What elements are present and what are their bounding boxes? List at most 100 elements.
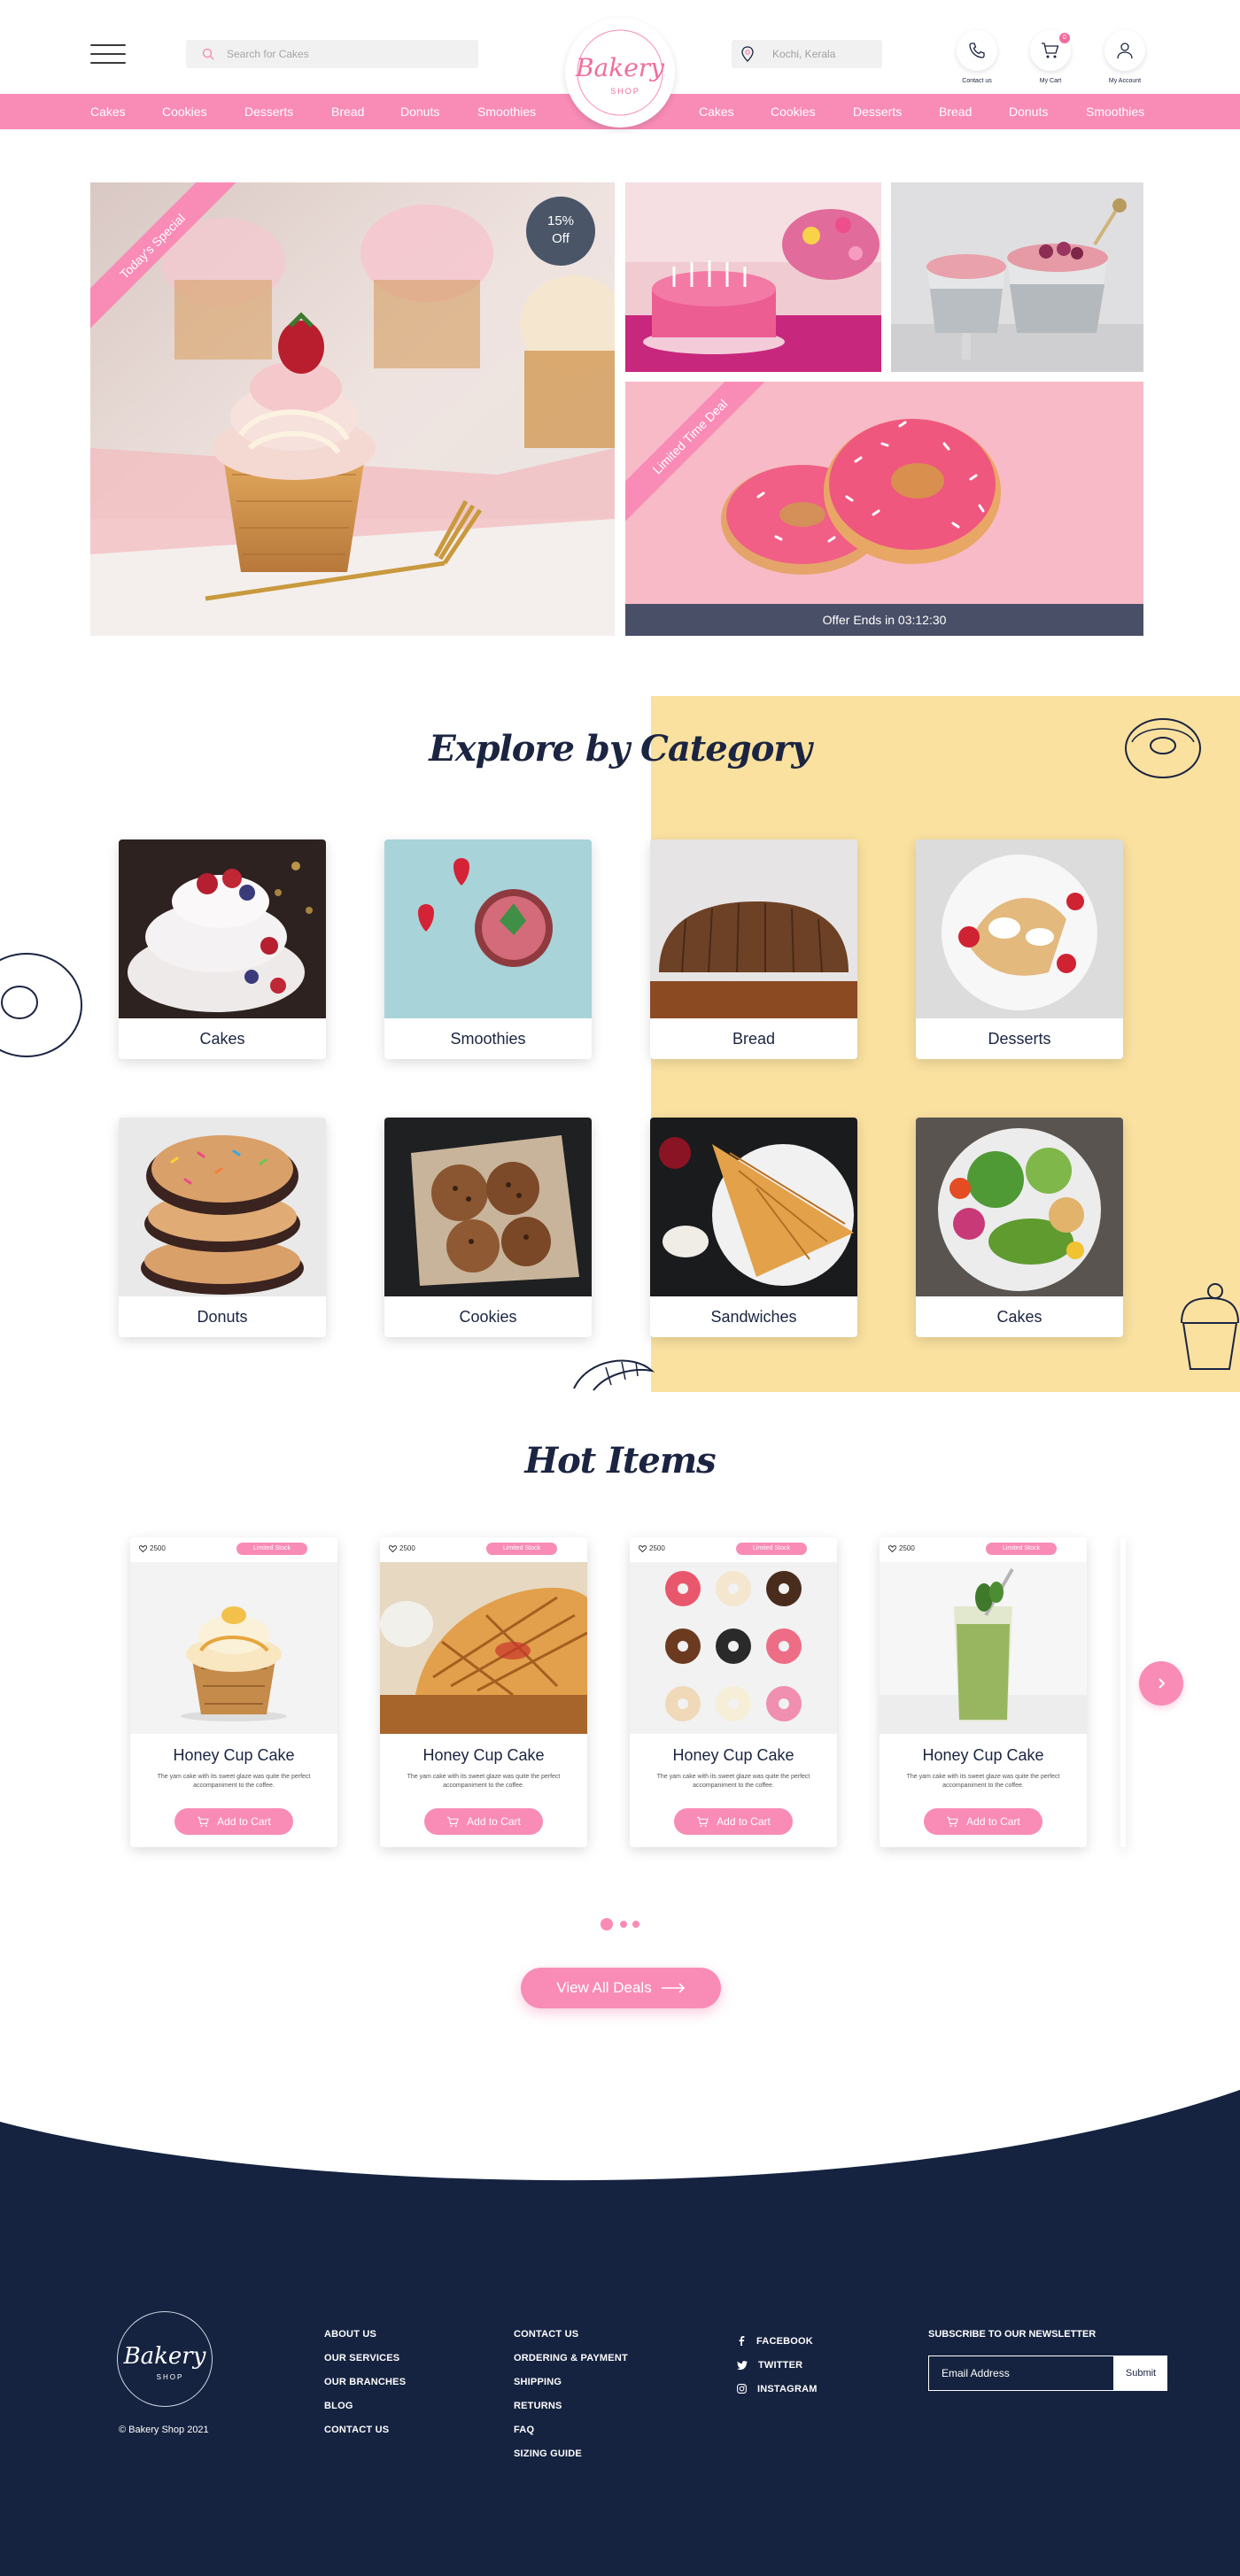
- footer-link-sizing-guide[interactable]: SIZING GUIDE: [514, 2448, 628, 2472]
- contact-label: Contact us: [962, 78, 992, 84]
- nav-desserts-right[interactable]: Desserts: [853, 104, 902, 119]
- cart-icon: [697, 1816, 709, 1827]
- carousel-dot-active[interactable]: [601, 1918, 613, 1930]
- footer-logo-title: Bakery: [123, 2343, 206, 2370]
- like-count[interactable]: 2500: [139, 1544, 166, 1552]
- product-description: The yam cake with its sweet glaze was qu…: [906, 1774, 1060, 1789]
- instagram-link[interactable]: INSTAGRAM: [737, 2377, 818, 2401]
- heart-icon: [389, 1544, 397, 1552]
- nav-cookies[interactable]: Cookies: [162, 104, 207, 119]
- hero-pudding-image[interactable]: [891, 182, 1143, 372]
- instagram-label: INSTAGRAM: [757, 2383, 818, 2394]
- nav-cakes-right[interactable]: Cakes: [699, 104, 734, 119]
- hero-cake-image[interactable]: [625, 182, 881, 372]
- footer-link-returns[interactable]: RETURNS: [514, 2401, 628, 2425]
- account-button[interactable]: [1104, 30, 1145, 71]
- nav-cakes[interactable]: Cakes: [90, 104, 126, 119]
- newsletter-submit-button[interactable]: Submit: [1114, 2356, 1167, 2391]
- nav-desserts[interactable]: Desserts: [244, 104, 293, 119]
- category-label: Smoothies: [450, 1030, 526, 1048]
- category-label: Desserts: [988, 1030, 1051, 1048]
- carousel-dot[interactable]: [620, 1921, 627, 1928]
- category-card-cookies[interactable]: Cookies: [384, 1118, 592, 1337]
- footer-links-column-1: ABOUT US OUR SERVICES OUR BRANCHES BLOG …: [324, 2329, 406, 2448]
- carousel-next-button[interactable]: [1139, 1661, 1183, 1706]
- location-pin-icon: [741, 46, 754, 62]
- footer-link-shipping[interactable]: SHIPPING: [514, 2377, 628, 2401]
- add-to-cart-label: Add to Cart: [217, 1815, 271, 1828]
- product-description: The yam cake with its sweet glaze was qu…: [157, 1774, 311, 1789]
- nav-smoothies[interactable]: Smoothies: [477, 104, 536, 119]
- add-to-cart-button[interactable]: Add to Cart: [424, 1808, 543, 1835]
- view-all-deals-button[interactable]: View All Deals: [521, 1968, 721, 2008]
- footer-link-about-us[interactable]: ABOUT US: [324, 2329, 406, 2353]
- add-to-cart-button[interactable]: Add to Cart: [674, 1808, 793, 1835]
- chevron-right-icon: [1159, 1678, 1166, 1689]
- cart-count-badge: 0: [1059, 33, 1070, 43]
- footer-link-our-branches[interactable]: OUR BRANCHES: [324, 2377, 406, 2401]
- footer-link-ordering-payment[interactable]: ORDERING & PAYMENT: [514, 2353, 628, 2377]
- footer-link-faq[interactable]: FAQ: [514, 2425, 628, 2448]
- category-card-cakes[interactable]: Cakes: [119, 839, 326, 1059]
- product-name: Honey Cup Cake: [922, 1746, 1044, 1764]
- location-text: Kochi, Kerala: [772, 48, 836, 60]
- location-selector[interactable]: Kochi, Kerala: [732, 40, 882, 68]
- cart-icon: [447, 1816, 459, 1827]
- category-card-smoothies[interactable]: Smoothies: [384, 839, 592, 1059]
- product-card[interactable]: 2500 Limited Stock Honey Cup Cake The ya…: [880, 1537, 1087, 1847]
- add-to-cart-button[interactable]: Add to Cart: [924, 1808, 1042, 1835]
- product-image: [630, 1562, 837, 1734]
- cupcake-doodle-icon: [1181, 1283, 1239, 1370]
- like-count[interactable]: 2500: [639, 1544, 665, 1552]
- product-card[interactable]: 2500 Limited Stock Honey Cup Cake The ya…: [380, 1537, 587, 1847]
- nav-smoothies-right[interactable]: Smoothies: [1086, 104, 1144, 119]
- product-description: The yam cake with its sweet glaze was qu…: [656, 1774, 810, 1789]
- nav-bread[interactable]: Bread: [331, 104, 364, 119]
- limited-stock-badge: Limited Stock: [486, 1543, 557, 1555]
- product-description: The yam cake with its sweet glaze was qu…: [407, 1774, 561, 1789]
- category-label: Cakes: [199, 1030, 245, 1048]
- category-card-sandwiches[interactable]: Sandwiches: [650, 1118, 857, 1337]
- user-icon: [1117, 43, 1133, 59]
- category-card-cakes-2[interactable]: Cakes: [916, 1118, 1123, 1337]
- heart-icon: [139, 1544, 147, 1552]
- product-card[interactable]: 2500 Limited Stock Honey Cup Cake The ya…: [130, 1537, 337, 1847]
- bread-image: [650, 839, 857, 1018]
- newsletter-title: SUBSCRIBE TO OUR NEWSLETTER: [928, 2329, 1097, 2340]
- footer-link-blog[interactable]: BLOG: [324, 2401, 406, 2425]
- bakery-logo[interactable]: Bakery SHOP: [565, 18, 675, 128]
- carousel-dot[interactable]: [632, 1921, 639, 1928]
- footer-link-our-services[interactable]: OUR SERVICES: [324, 2353, 406, 2377]
- nav-cookies-right[interactable]: Cookies: [771, 104, 816, 119]
- footer-logo[interactable]: Bakery SHOP: [117, 2311, 213, 2407]
- twitter-link[interactable]: TWITTER: [737, 2353, 818, 2377]
- product-card[interactable]: 2500 Limited Stock Honey Cup Cake The ya…: [630, 1537, 837, 1847]
- footer-link-contact[interactable]: CONTACT US: [514, 2329, 628, 2353]
- footer-link-contact-us[interactable]: CONTACT US: [324, 2425, 406, 2448]
- category-card-bread[interactable]: Bread: [650, 839, 857, 1059]
- hero-donuts-image[interactable]: Limited Time Deal: [625, 382, 1143, 636]
- nav-donuts-right[interactable]: Donuts: [1009, 104, 1048, 119]
- heart-icon: [639, 1544, 647, 1552]
- newsletter-email-input[interactable]: [928, 2356, 1114, 2391]
- like-count[interactable]: 2500: [888, 1544, 915, 1552]
- search-input[interactable]: [227, 40, 466, 68]
- facebook-icon: [739, 2336, 745, 2346]
- likes-value: 2500: [150, 1544, 166, 1552]
- logo-subtitle: SHOP: [610, 87, 640, 96]
- contact-button[interactable]: [957, 30, 997, 71]
- like-count[interactable]: 2500: [389, 1544, 415, 1552]
- category-card-donuts[interactable]: Donuts: [119, 1118, 326, 1337]
- add-to-cart-label: Add to Cart: [717, 1815, 771, 1828]
- hamburger-menu-icon[interactable]: [90, 44, 126, 64]
- nav-bread-right[interactable]: Bread: [939, 104, 972, 119]
- product-card-peek: [1120, 1537, 1126, 1847]
- offer-countdown: Offer Ends in 03:12:30: [625, 604, 1143, 636]
- nav-donuts[interactable]: Donuts: [400, 104, 439, 119]
- logo-title: Bakery: [575, 53, 665, 82]
- category-label: Bread: [732, 1030, 776, 1048]
- category-card-desserts[interactable]: Desserts: [916, 839, 1123, 1059]
- category-label: Donuts: [197, 1308, 248, 1326]
- facebook-link[interactable]: FACEBOOK: [737, 2329, 818, 2353]
- add-to-cart-button[interactable]: Add to Cart: [174, 1808, 293, 1835]
